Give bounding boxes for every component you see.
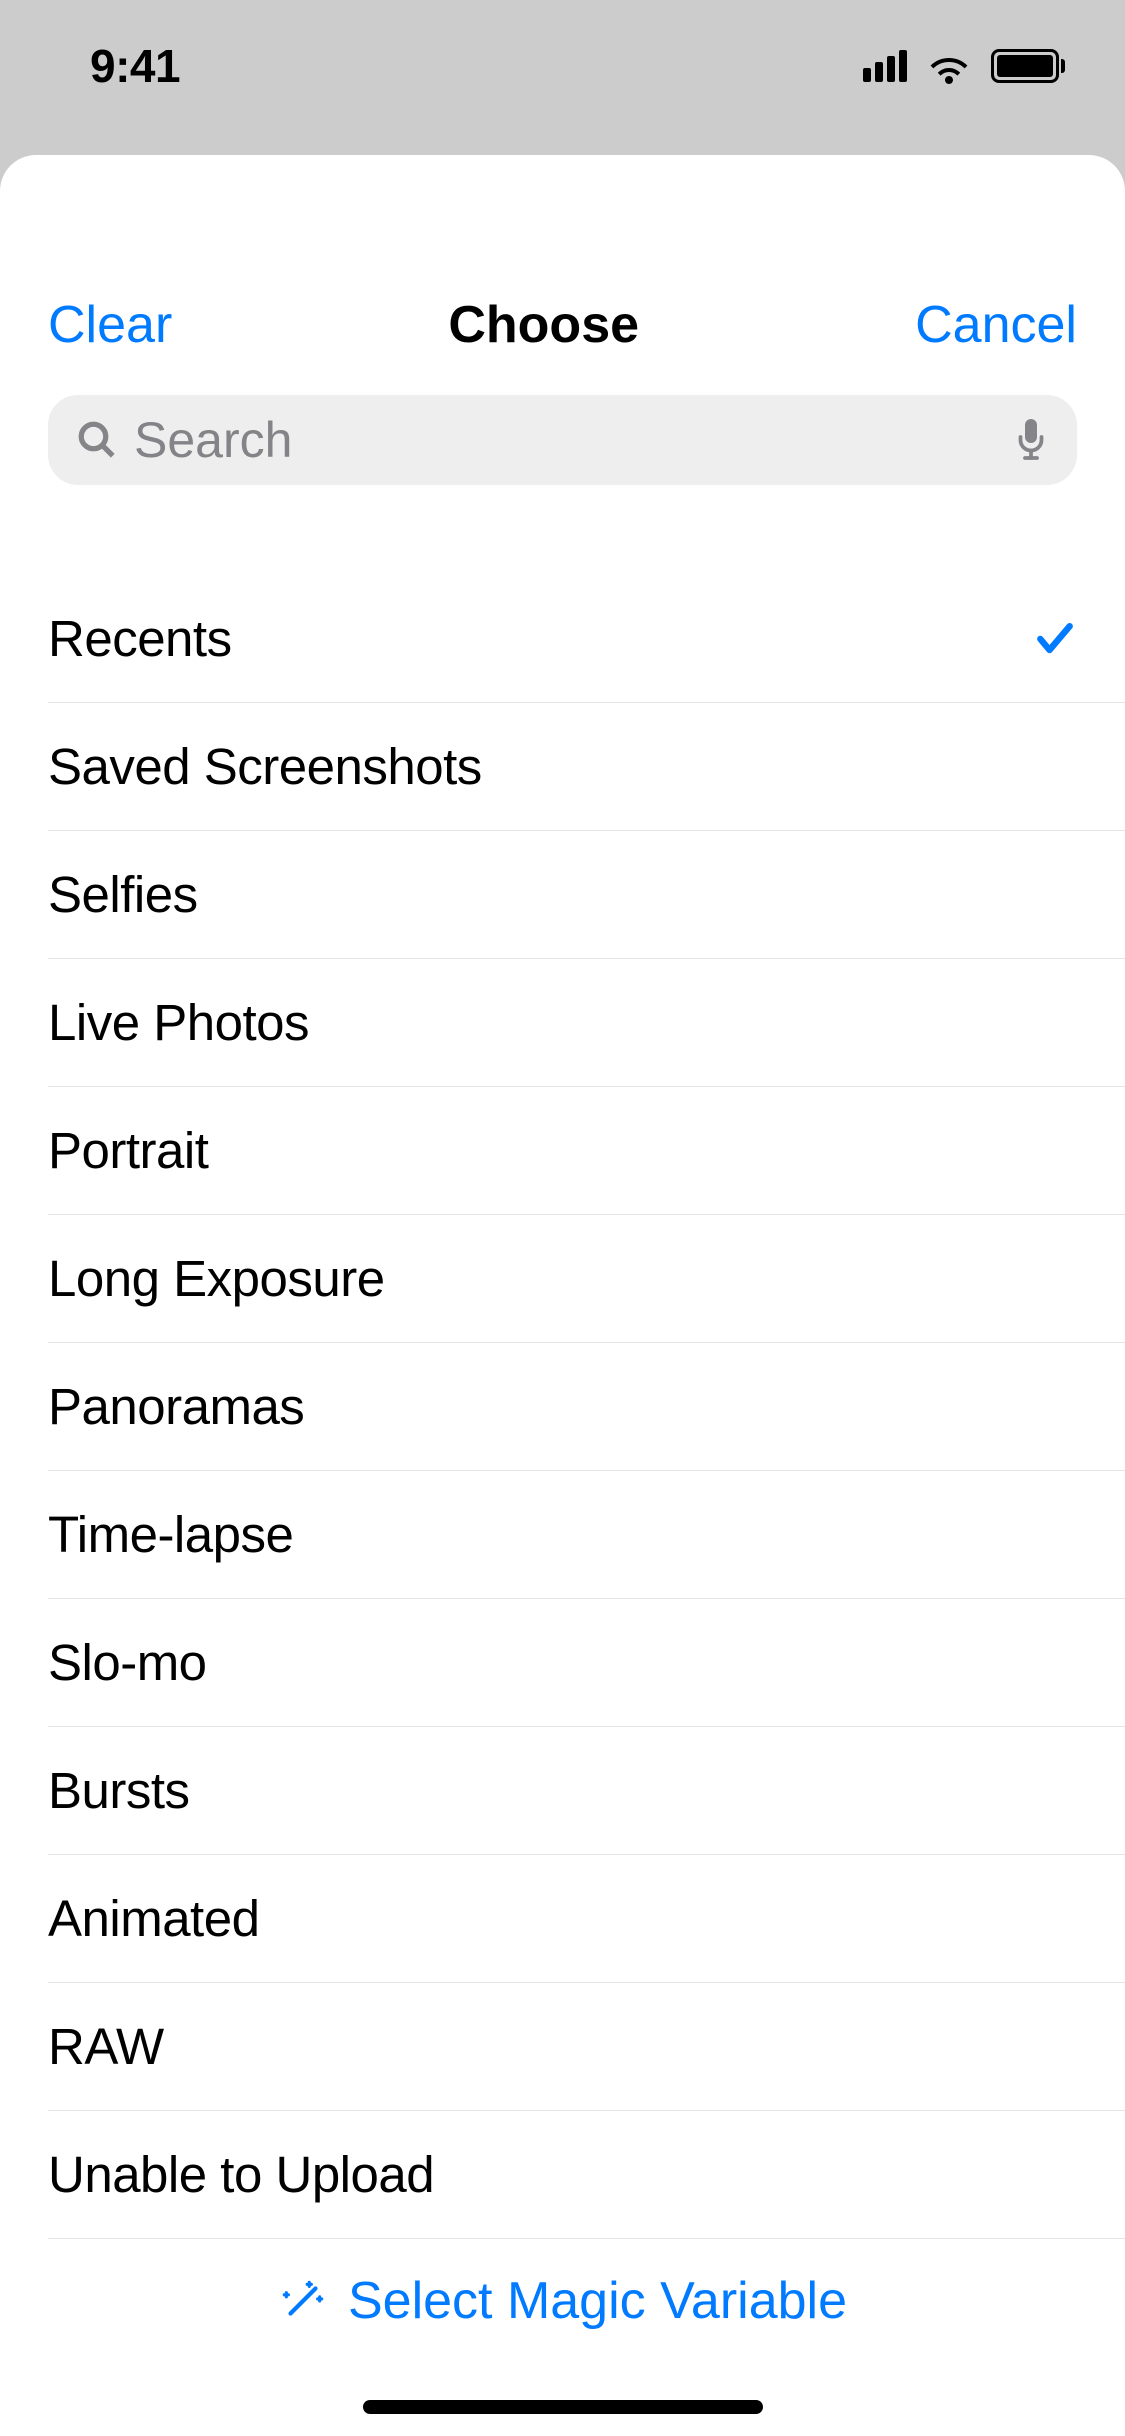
status-bar: 9:41 [0,0,1125,132]
list-item[interactable]: Time-lapse [48,1471,1125,1599]
list-item[interactable]: Slo-mo [48,1599,1125,1727]
list-item-label: Animated [48,1889,259,1948]
battery-icon [991,49,1065,83]
list-item[interactable]: Panoramas [48,1343,1125,1471]
list-item-label: Slo-mo [48,1633,207,1692]
list-item-label: Unable to Upload [48,2145,434,2204]
list-item-label: RAW [48,2017,164,2076]
list-item-label: Recents [48,609,232,668]
list-item[interactable]: Bursts [48,1727,1125,1855]
search-icon [76,419,118,461]
magic-variable-label: Select Magic Variable [348,2271,847,2331]
cellular-signal-icon [863,50,907,82]
list-item[interactable]: Portrait [48,1087,1125,1215]
list-item-label: Time-lapse [48,1505,293,1564]
list-item[interactable]: Live Photos [48,959,1125,1087]
wifi-icon [925,48,973,84]
checkmark-icon [1033,617,1077,661]
microphone-icon[interactable] [1013,416,1049,464]
modal-sheet: Clear Choose Cancel Recents Saved Screens… [0,155,1125,2436]
cancel-button[interactable]: Cancel [915,295,1077,355]
list-item-label: Bursts [48,1761,190,1820]
search-input[interactable] [134,411,1013,469]
select-magic-variable-button[interactable]: Select Magic Variable [0,2239,1125,2331]
list-item-label: Panoramas [48,1377,304,1436]
list-item[interactable]: Saved Screenshots [48,703,1125,831]
clear-button[interactable]: Clear [48,295,172,355]
home-indicator[interactable] [363,2400,763,2414]
list-item[interactable]: Long Exposure [48,1215,1125,1343]
list-item-label: Saved Screenshots [48,737,482,796]
list-item-label: Selfies [48,865,198,924]
list-item[interactable]: Recents [48,575,1125,703]
list-item-label: Long Exposure [48,1249,385,1308]
navigation-bar: Clear Choose Cancel [0,295,1125,355]
album-list: Recents Saved Screenshots Selfies Live Phot… [0,575,1125,2239]
magic-wand-icon [278,2276,328,2326]
list-item-label: Live Photos [48,993,309,1052]
page-title: Choose [448,295,639,355]
list-item[interactable]: Unable to Upload [48,2111,1125,2239]
list-item[interactable]: Selfies [48,831,1125,959]
search-field[interactable] [48,395,1077,485]
status-indicators [863,48,1065,84]
list-item[interactable]: RAW [48,1983,1125,2111]
status-time: 9:41 [90,39,180,93]
list-item[interactable]: Animated [48,1855,1125,1983]
list-item-label: Portrait [48,1121,208,1180]
